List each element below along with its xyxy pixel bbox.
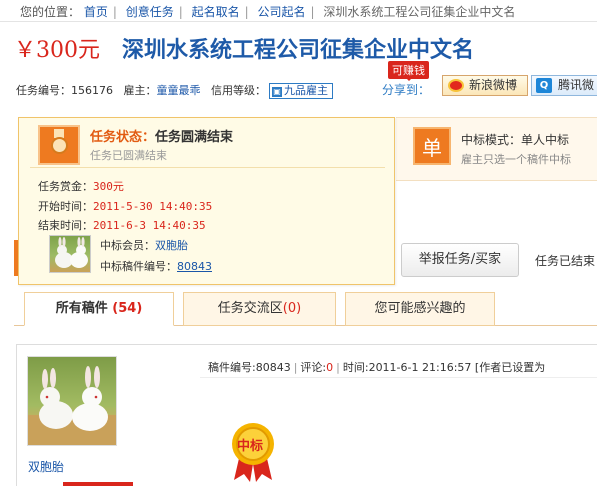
share-tencent-button[interactable]: Q 腾讯微 (531, 75, 597, 96)
breadcrumb-separator: | (178, 5, 183, 19)
start-time-value: 2011-5-30 14:40:35 (93, 200, 213, 213)
tab-all-entries[interactable]: 所有稿件 (54) (24, 292, 174, 326)
start-time-row: 开始时间：2011-5-30 14:40:35 (38, 198, 212, 214)
earn-money-tag[interactable]: 可赚钱 (388, 61, 429, 81)
tab-all-entries-label: 所有稿件 (55, 301, 108, 316)
rabbit-photo-icon (28, 366, 116, 445)
employer-link[interactable]: 童童最乖 (157, 84, 201, 97)
author-avatar[interactable] (27, 356, 117, 446)
task-status-key: 任务状态： (90, 130, 156, 145)
breadcrumb-current: 深圳水系统工程公司征集企业中文名 (323, 5, 516, 19)
winner-avatar[interactable] (49, 235, 91, 273)
entry-note: [作者已设置为 (474, 361, 546, 374)
single-winner-icon: 单 (413, 127, 451, 165)
rabbit-image-icon (55, 237, 88, 268)
winner-link[interactable]: 双胞胎 (155, 239, 188, 252)
entry-top-border (16, 344, 597, 345)
winner-badge-text: 中标 (237, 439, 264, 454)
task-price: ￥300元 (14, 38, 100, 63)
bid-mode-subtext: 雇主只选一个稿件中标 (461, 153, 571, 166)
credit-label: 信用等级： (211, 84, 266, 97)
winner-label: 中标会员： (100, 239, 155, 252)
author-action-bar[interactable] (63, 482, 133, 486)
task-status-subtitle: 任务已圆满结束 (90, 149, 167, 162)
employer-label: 雇主： (123, 84, 157, 97)
task-id-value: 156176 (71, 84, 113, 97)
tab-interests-label: 您可能感兴趣的 (374, 301, 466, 316)
weibo-icon (448, 79, 464, 92)
tab-discussion-count: (0) (282, 301, 302, 316)
medal-icon (38, 125, 80, 165)
comment-count-link[interactable]: 0 (326, 361, 333, 374)
breadcrumb-company-naming-link[interactable]: 公司起名 (258, 5, 306, 19)
end-time-value: 2011-6-3 14:40:35 (93, 219, 206, 232)
breadcrumb-separator: | (310, 5, 315, 19)
tab-discussion[interactable]: 任务交流区(0) (183, 292, 336, 326)
card-divider (30, 167, 385, 168)
winner-entry-link[interactable]: 80843 (177, 260, 212, 273)
reward-label: 任务赏金： (38, 180, 93, 193)
start-time-label: 开始时间： (38, 200, 93, 213)
end-time-row: 结束时间：2011-6-3 14:40:35 (38, 217, 206, 233)
entry-info-row: 稿件编号:80843 | 评论:0 | 时间:2011-6-1 21:16:57 [作者… (208, 359, 545, 375)
breadcrumb-label: 您的位置： (20, 5, 81, 19)
entry-id: 稿件编号:80843 (208, 361, 291, 374)
comment-label: 评论: (300, 361, 327, 374)
entry-header-divider (200, 377, 597, 378)
breadcrumb-creative-link[interactable]: 创意任务 (126, 5, 174, 19)
winner-entry-label: 中标稿件编号： (100, 260, 177, 273)
end-time-label: 结束时间： (38, 219, 93, 232)
task-id-label: 任务编号： (16, 84, 71, 97)
report-task-button[interactable]: 举报任务/买家 (401, 243, 519, 277)
entry-time: 时间:2011-6-1 21:16:57 (342, 361, 472, 374)
reward-value: 300元 (93, 180, 124, 193)
entry-info-separator: | (336, 361, 340, 374)
winner-badge-icon: 中标 (226, 420, 280, 482)
tab-all-entries-count: (54) (112, 301, 143, 316)
share-weibo-label: 新浪微博 (469, 78, 518, 92)
tab-interests[interactable]: 您可能感兴趣的 (345, 292, 495, 326)
reward-row: 任务赏金：300元 (38, 178, 124, 194)
credit-grade-icon: ▣ (272, 87, 282, 97)
breadcrumb-home-link[interactable]: 首页 (84, 5, 108, 19)
tab-discussion-label: 任务交流区 (217, 301, 283, 316)
share-label: 分享到： (382, 83, 431, 97)
share-tencent-label: 腾讯微 (558, 78, 595, 92)
task-ended-text: 任务已结束 (535, 254, 596, 268)
breadcrumb: 您的位置： 首页 | 创意任务 | 起名取名 | 公司起名 | 深圳水系统工程公司征集企… (0, 0, 597, 22)
breadcrumb-separator: | (112, 5, 117, 19)
winner-row: 中标会员：双胞胎 (100, 237, 188, 253)
entry-info-separator: | (293, 361, 298, 374)
bid-mode-text: 中标模式：单人中标 (461, 133, 570, 147)
entry-left-border (16, 344, 17, 486)
task-title: 深圳水系统工程公司征集企业中文名 (122, 38, 475, 63)
task-status-value: 任务圆满结束 (155, 130, 234, 145)
task-info-row: 任务编号：156176 雇主：童童最乖 信用等级： ▣ 九品雇主 (16, 82, 333, 99)
task-status-title: 任务状态：任务圆满结束 (90, 126, 233, 145)
credit-badge[interactable]: ▣ 九品雇主 (269, 83, 333, 99)
breadcrumb-naming-link[interactable]: 起名取名 (192, 5, 240, 19)
author-name-link[interactable]: 双胞胎 (28, 458, 64, 475)
breadcrumb-separator: | (244, 5, 249, 19)
credit-value: 九品雇主 (284, 84, 328, 97)
share-weibo-button[interactable]: 新浪微博 (442, 75, 528, 96)
tencent-weibo-icon: Q (536, 78, 552, 93)
winner-entry-row: 中标稿件编号：80843 (100, 258, 212, 274)
